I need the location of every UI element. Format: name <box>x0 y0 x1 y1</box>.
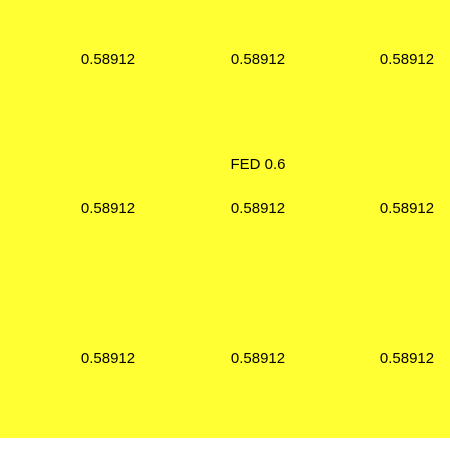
grid-cell: 0.58912 <box>379 350 435 367</box>
yellow-panel: FED 0.6 0.58912 0.58912 0.58912 0.58912 … <box>0 0 450 438</box>
bottom-margin <box>0 438 450 450</box>
grid-cell: 0.58912 <box>379 200 435 217</box>
panel-title: FED 0.6 <box>230 156 286 173</box>
grid-cell: 0.58912 <box>80 350 136 367</box>
grid-cell: 0.58912 <box>230 51 286 68</box>
grid-cell: 0.58912 <box>230 350 286 367</box>
grid-cell: 0.58912 <box>379 51 435 68</box>
grid-cell: 0.58912 <box>80 51 136 68</box>
grid-cell: 0.58912 <box>80 200 136 217</box>
grid-cell: 0.58912 <box>230 200 286 217</box>
